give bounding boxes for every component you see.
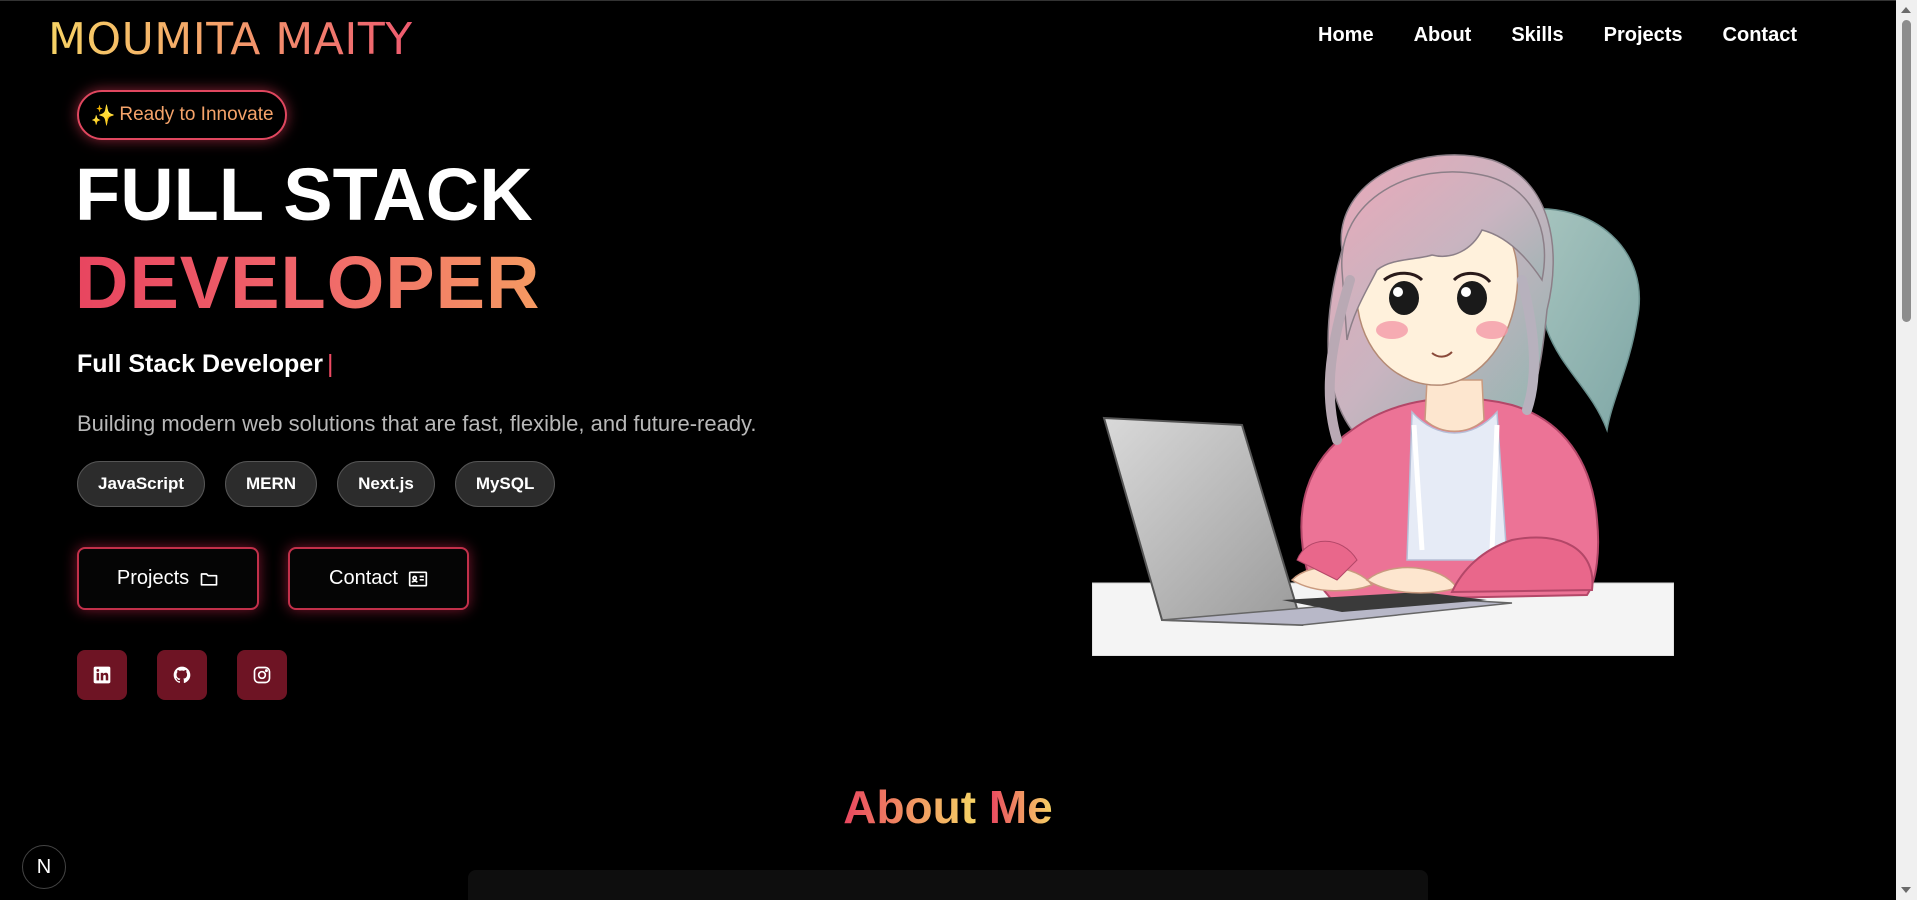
projects-button[interactable]: Projects <box>77 547 259 610</box>
developer-illustration <box>1092 154 1674 656</box>
nextjs-dev-badge[interactable]: N <box>22 845 66 889</box>
nav-skills[interactable]: Skills <box>1511 24 1563 47</box>
scrollbar-thumb[interactable] <box>1902 20 1911 322</box>
page: MOUMITA MAITY Home About Skills Projects… <box>0 0 1896 900</box>
contact-button-label: Contact <box>329 567 398 589</box>
about-heading: About Me <box>0 780 1896 834</box>
skill-chip-mysql: MySQL <box>454 461 556 507</box>
ready-badge: ✨ Ready to Innovate <box>77 90 287 140</box>
skill-chip-mern: MERN <box>225 461 318 507</box>
skill-chip-nextjs: Next.js <box>337 461 435 507</box>
nav-about[interactable]: About <box>1414 24 1472 47</box>
typed-role-text: Full Stack Developer <box>77 350 323 378</box>
about-heading-word1: About <box>843 781 977 833</box>
scroll-down-arrow-icon[interactable] <box>1901 887 1911 893</box>
sparkles-icon: ✨ <box>90 104 116 127</box>
typed-role: Full Stack Developer | <box>77 350 333 379</box>
ready-badge-label: Ready to Innovate <box>119 104 274 125</box>
contact-button[interactable]: Contact <box>288 547 469 610</box>
instagram-icon <box>253 666 271 684</box>
nav-contact[interactable]: Contact <box>1723 24 1797 47</box>
github-link[interactable] <box>157 650 207 700</box>
linkedin-icon <box>93 666 111 684</box>
instagram-link[interactable] <box>237 650 287 700</box>
about-card <box>468 870 1428 900</box>
skill-chip-javascript: JavaScript <box>77 461 205 507</box>
main-nav: Home About Skills Projects Contact <box>1318 24 1797 47</box>
right-eye <box>1457 281 1487 315</box>
github-icon <box>173 666 191 684</box>
projects-button-label: Projects <box>116 567 190 589</box>
nav-projects[interactable]: Projects <box>1604 24 1683 47</box>
left-eye <box>1389 281 1419 315</box>
scroll-up-arrow-icon[interactable] <box>1901 7 1911 13</box>
linkedin-link[interactable] <box>77 650 127 700</box>
contact-card-icon <box>408 571 428 586</box>
logo[interactable]: MOUMITA MAITY <box>48 14 413 65</box>
hero-title-line1: FULL STACK <box>75 153 533 236</box>
hero-tagline: Building modern web solutions that are f… <box>77 411 757 436</box>
hero-title-line2: DEVELOPER <box>75 241 541 324</box>
top-border <box>0 0 1896 1</box>
skill-chips: JavaScript MERN Next.js MySQL <box>77 461 556 507</box>
typing-caret: | <box>326 350 334 378</box>
page-scrollbar[interactable] <box>1896 0 1917 900</box>
nav-home[interactable]: Home <box>1318 24 1374 47</box>
about-heading-word2: Me <box>988 781 1053 833</box>
folder-icon <box>200 572 218 586</box>
